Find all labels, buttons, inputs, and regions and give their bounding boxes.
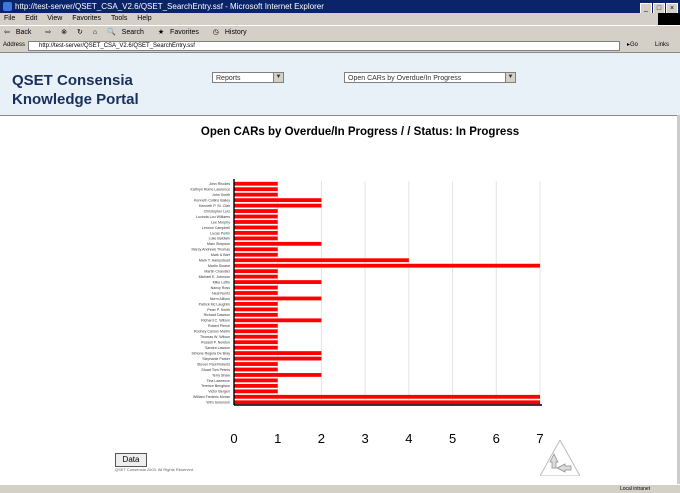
category-label: Mark T. Hampstead xyxy=(199,259,230,263)
bar xyxy=(234,198,322,203)
category-label: Martin Chandler xyxy=(204,270,230,274)
category-label: Kenneth Collins Bailey xyxy=(194,198,230,202)
bar xyxy=(234,263,540,268)
bar xyxy=(234,187,278,192)
bar xyxy=(234,323,278,328)
bar xyxy=(234,307,278,312)
bar xyxy=(234,383,278,388)
category-label: Rodney Carson Martin xyxy=(194,330,230,334)
nav-arrows-icon[interactable] xyxy=(540,440,580,476)
category-label: Kathryn Rome Lawrence xyxy=(190,188,230,192)
bar xyxy=(234,236,278,241)
category-label: Norm Allison xyxy=(210,297,230,301)
bar xyxy=(234,318,322,323)
category-label: Thomas W. Wilson xyxy=(200,335,230,339)
bar xyxy=(234,334,278,339)
x-tick-label: 0 xyxy=(230,431,237,446)
bar xyxy=(234,181,278,186)
footnote: QSET Consensia 2003. All Rights Reserved… xyxy=(115,467,195,472)
bar xyxy=(234,340,278,345)
category-label: Simone Regula De Bray xyxy=(191,351,230,355)
category-label: Mark & Barr xyxy=(211,253,231,257)
bar xyxy=(234,302,278,306)
bar xyxy=(234,280,322,284)
category-label: Michael E. Johnson xyxy=(199,275,230,279)
bar xyxy=(234,252,278,257)
category-label: Mike Loftin xyxy=(213,280,230,284)
x-tick-label: 5 xyxy=(449,431,456,446)
category-label: Nancy Ross xyxy=(211,286,231,290)
bar xyxy=(234,241,322,246)
bar xyxy=(234,389,278,394)
category-label: Marc Simpson xyxy=(207,242,230,246)
category-label: Stephanie Parker xyxy=(202,357,231,361)
category-label: Richard Dawson xyxy=(204,313,230,317)
category-label: Lennon Campbell xyxy=(202,226,230,230)
x-tick-label: 4 xyxy=(405,431,412,446)
category-label: Kenneth P. St. Clair xyxy=(199,204,231,208)
bar xyxy=(234,400,540,405)
category-label: Wim Sorenson xyxy=(206,401,230,405)
category-label: John Rhodes xyxy=(209,182,230,186)
category-label: Robert Pierce xyxy=(208,324,230,328)
category-label: Luke Baldwin xyxy=(209,237,230,241)
category-label: Tina Lawrence xyxy=(207,379,230,383)
bar xyxy=(234,225,278,230)
bar xyxy=(234,291,278,295)
category-label: Terry Shaw xyxy=(212,373,230,377)
bar xyxy=(234,345,278,350)
x-tick-label: 6 xyxy=(493,431,500,446)
bar xyxy=(234,192,278,197)
category-label: William Frederic Moran xyxy=(193,395,230,399)
data-button[interactable]: Data xyxy=(115,453,147,467)
bar xyxy=(234,269,278,274)
bar xyxy=(234,367,278,372)
category-label: Steven Paul Roberts xyxy=(197,362,230,366)
bar xyxy=(234,209,278,213)
category-label: Lucas Perlin xyxy=(210,231,230,235)
x-tick-label: 2 xyxy=(318,431,325,446)
category-label: Christopher Lutz xyxy=(204,209,231,213)
bar xyxy=(234,203,322,208)
bar-chart: 0 1 2 3 4 5 6 7John RhodesKathryn Rome Lawrence… xyxy=(190,179,544,446)
bar xyxy=(234,214,278,219)
bar xyxy=(234,394,540,399)
bar xyxy=(234,312,278,317)
category-label: Sandra Lawson xyxy=(205,346,230,350)
category-label: Stuart Tom Peters xyxy=(201,368,230,372)
category-label: Russell P. Newton xyxy=(201,341,230,345)
bar xyxy=(234,329,278,334)
x-tick-label: 1 xyxy=(274,431,281,446)
bar xyxy=(234,351,322,356)
category-label: Lucinda Lou Williams xyxy=(196,215,230,219)
bar xyxy=(234,356,322,361)
category-label: Patrick Mc Laughlin xyxy=(199,302,230,306)
category-label: Peter P. Smith xyxy=(207,308,230,312)
bar xyxy=(234,258,409,263)
category-label: Richard C. Wilson xyxy=(201,319,230,323)
x-tick-label: 3 xyxy=(362,431,369,446)
bar xyxy=(234,362,278,366)
category-label: Neal Norris xyxy=(212,291,230,295)
bar xyxy=(234,220,278,224)
category-label: Marcy Andrews Thomas xyxy=(192,248,231,252)
bar xyxy=(234,230,278,235)
category-label: Terence Bengtson xyxy=(201,384,230,388)
category-label: Lee Murphy xyxy=(211,220,230,224)
category-label: Victor Bergen xyxy=(208,390,230,394)
bar xyxy=(234,274,278,279)
bar xyxy=(234,296,322,301)
bar xyxy=(234,378,278,383)
category-label: John Smith xyxy=(212,193,230,197)
category-label: Martin Sloane xyxy=(208,264,230,268)
bar xyxy=(234,247,278,252)
bar xyxy=(234,285,278,290)
bar xyxy=(234,373,322,377)
